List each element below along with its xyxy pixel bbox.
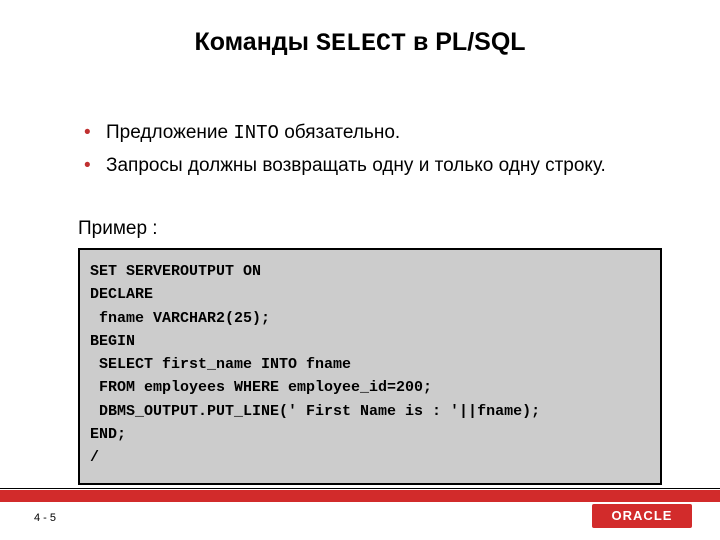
bullet-text-mono: INTO: [233, 122, 279, 144]
title-post: в PL/SQL: [406, 28, 526, 56]
list-item: Запросы должны возвращать одну и только …: [78, 153, 660, 179]
content-area: Предложение INTO обязательно. Запросы до…: [78, 120, 660, 184]
oracle-logo: ORACLE: [592, 504, 692, 528]
example-label: Пример :: [78, 218, 158, 240]
title-mono: SELECT: [316, 29, 406, 58]
divider-bar: [0, 490, 720, 502]
title-pre: Команды: [194, 28, 316, 56]
slide: Команды SELECT в PL/SQL Предложение INTO…: [0, 0, 720, 540]
list-item: Предложение INTO обязательно.: [78, 120, 660, 147]
bullet-text-pre: Запросы должны возвращать одну и только …: [106, 155, 606, 176]
bullet-list: Предложение INTO обязательно. Запросы до…: [78, 120, 660, 178]
slide-title: Команды SELECT в PL/SQL: [0, 0, 720, 58]
bullet-text-pre: Предложение: [106, 122, 233, 143]
page-number: 4 - 5: [34, 512, 56, 524]
bullet-text-post: обязательно.: [279, 122, 400, 143]
code-block: SET SERVEROUTPUT ON DECLARE fname VARCHA…: [78, 248, 662, 485]
